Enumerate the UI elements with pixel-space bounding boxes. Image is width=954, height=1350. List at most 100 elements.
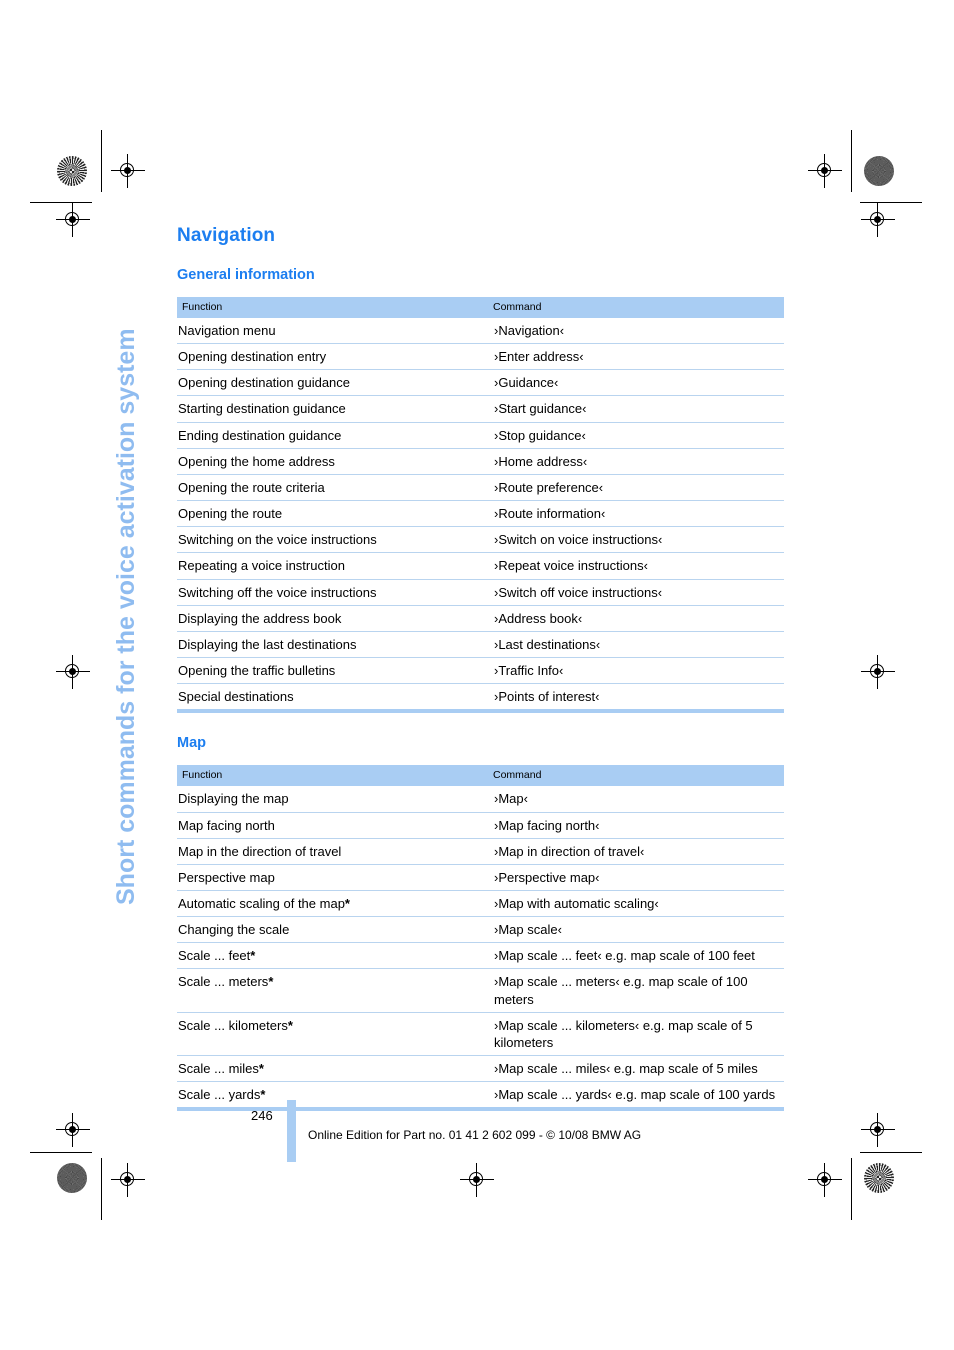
cell-function: Opening destination guidance <box>177 369 488 397</box>
cell-function: Opening destination entry <box>177 343 488 371</box>
halftone-dot-top-left <box>57 156 87 186</box>
crop-line-bottom-right-vertical <box>851 1158 852 1220</box>
table-body-general-information: Navigation menu ›Navigation‹ Opening desti… <box>177 318 784 711</box>
cell-function: Changing the scale <box>177 916 488 944</box>
subsection-heading-map: Map <box>177 735 206 752</box>
table-header-row: Function Command <box>177 297 784 318</box>
registration-mark-left-top <box>56 203 90 237</box>
crop-line-top-left-vertical <box>101 130 102 192</box>
optional-equipment-asterisk: * <box>344 895 350 911</box>
cell-command: ›Switch off voice instructions‹ <box>488 579 784 606</box>
table-row: Map in the direction of travel ›Map in di… <box>177 838 784 865</box>
cell-function: Map facing north <box>177 812 488 839</box>
registration-mark-right-bottom <box>861 1113 895 1147</box>
table-row: Perspective map ›Perspective map‹ <box>177 864 784 891</box>
cell-command: ›Guidance‹ <box>488 369 784 397</box>
table-row: Automatic scaling of the map* ›Map with a… <box>177 890 784 918</box>
table-row: Navigation menu ›Navigation‹ <box>177 318 784 345</box>
cell-function: Perspective map <box>177 864 488 891</box>
registration-mark-left-bottom <box>56 1113 90 1147</box>
table-row: Displaying the last destinations ›Last de… <box>177 631 784 659</box>
crop-line-bottom-left-vertical <box>101 1158 102 1220</box>
cell-function: Displaying the last destinations <box>177 631 488 659</box>
registration-mark-bottom-left-inner <box>111 1163 145 1197</box>
cell-function: Repeating a voice instruction <box>177 552 488 580</box>
subsection-heading-general-information: General information <box>177 267 315 283</box>
table-row: Scale ... miles* ›Map scale ... miles‹ e.… <box>177 1055 784 1083</box>
registration-mark-right-top <box>861 203 895 237</box>
table-row: Opening destination guidance ›Guidance‹ <box>177 369 784 397</box>
page-title: Navigation <box>177 225 276 246</box>
cell-command: ›Map scale ... miles‹ e.g. map scale of … <box>488 1055 784 1083</box>
registration-mark-top-right-inner <box>808 154 842 188</box>
cell-command: ›Map facing north‹ <box>488 812 784 839</box>
page-number-accent-bar <box>287 1100 296 1162</box>
table-row: Repeating a voice instruction ›Repeat voi… <box>177 552 784 580</box>
cell-command: ›Traffic Info‹ <box>488 657 784 685</box>
table-row: Opening destination entry ›Enter address‹ <box>177 343 784 371</box>
vertical-running-head: Short commands for the voice activation … <box>112 328 140 905</box>
table-row: Map facing north ›Map facing north‹ <box>177 812 784 839</box>
cell-function: Scale ... kilometers* <box>177 1012 488 1057</box>
cell-function: Ending destination guidance <box>177 422 488 449</box>
halftone-dot-bottom-left <box>57 1163 87 1193</box>
halftone-dot-top-right <box>864 156 894 186</box>
table-row: Displaying the map ›Map‹ <box>177 786 784 813</box>
command-table-general-information: Function Command Navigation menu ›Navigat… <box>177 297 784 714</box>
column-header-command: Command <box>488 765 784 787</box>
cell-function: Opening the home address <box>177 448 488 475</box>
table-row: Special destinations ›Points of interest‹ <box>177 684 784 712</box>
cell-command: ›Stop guidance‹ <box>488 422 784 449</box>
optional-equipment-asterisk: * <box>258 1061 264 1077</box>
cell-command: ›Map scale ... meters‹ e.g. map scale of… <box>488 968 784 1013</box>
cell-command: ›Route preference‹ <box>488 474 784 502</box>
halftone-dot-bottom-right <box>864 1163 894 1193</box>
cell-function: Displaying the address book <box>177 605 488 632</box>
registration-mark-left-middle <box>56 655 90 689</box>
column-header-function: Function <box>177 765 488 787</box>
page-number: 246 <box>251 1108 273 1123</box>
cell-command: ›Map in direction of travel‹ <box>488 838 784 865</box>
cell-command: ›Map scale ... feet‹ e.g. map scale of 1… <box>488 942 784 970</box>
table-row: Switching on the voice instructions ›Swit… <box>177 526 784 554</box>
cell-command: ›Map with automatic scaling‹ <box>488 890 784 918</box>
table-row: Switching off the voice instructions ›Swi… <box>177 579 784 606</box>
column-header-function: Function <box>177 297 488 318</box>
cell-function: Automatic scaling of the map* <box>177 890 488 918</box>
cell-function: Map in the direction of travel <box>177 838 488 865</box>
cell-command: ›Perspective map‹ <box>488 864 784 891</box>
registration-mark-right-middle <box>861 655 895 689</box>
registration-mark-bottom-right-inner <box>808 1163 842 1197</box>
command-table-map: Function Command Displaying the map ›Map‹… <box>177 765 784 1112</box>
cell-command: ›Enter address‹ <box>488 343 784 371</box>
cell-function: Special destinations <box>178 689 294 705</box>
cell-function: Opening the route <box>177 500 488 528</box>
optional-equipment-asterisk: * <box>287 1017 293 1033</box>
table-header-row: Function Command <box>177 765 784 787</box>
crop-line-bottom-left-horizontal <box>30 1152 92 1153</box>
cell-command: ›Route information‹ <box>488 500 784 528</box>
table-body-map: Displaying the map ›Map‹ Map facing north ›… <box>177 786 784 1109</box>
cell-function: Switching on the voice instructions <box>177 526 488 554</box>
optional-equipment-asterisk: * <box>250 948 256 964</box>
cell-function: Opening the traffic bulletins <box>177 657 488 685</box>
cell-function: Navigation menu <box>177 318 488 345</box>
column-header-command: Command <box>488 297 784 318</box>
registration-mark-top-left-inner <box>111 154 145 188</box>
cell-command: ›Start guidance‹ <box>488 395 784 423</box>
table-row: Displaying the address book ›Address book… <box>177 605 784 632</box>
crop-line-top-right-vertical <box>851 130 852 192</box>
optional-equipment-asterisk: * <box>268 974 274 990</box>
table-row: Scale ... kilometers* ›Map scale ... kilo… <box>177 1012 784 1057</box>
page-footer: 246 Online Edition for Part no. 01 41 2 … <box>177 1100 797 1170</box>
cell-function: Switching off the voice instructions <box>177 579 488 606</box>
cell-function: Displaying the map <box>177 786 488 813</box>
cell-command: ›Switch on voice instructions‹ <box>488 526 784 554</box>
cell-function: Opening the route criteria <box>177 474 488 502</box>
cell-command: ›Map scale ... kilometers‹ e.g. map scal… <box>488 1012 784 1057</box>
cell-function: Scale ... feet* <box>177 942 488 970</box>
cell-command: ›Last destinations‹ <box>488 631 784 659</box>
cell-command: ›Map scale‹ <box>488 916 784 944</box>
cell-function: Scale ... miles* <box>177 1055 488 1083</box>
cell-function: Scale ... meters* <box>177 968 488 1013</box>
